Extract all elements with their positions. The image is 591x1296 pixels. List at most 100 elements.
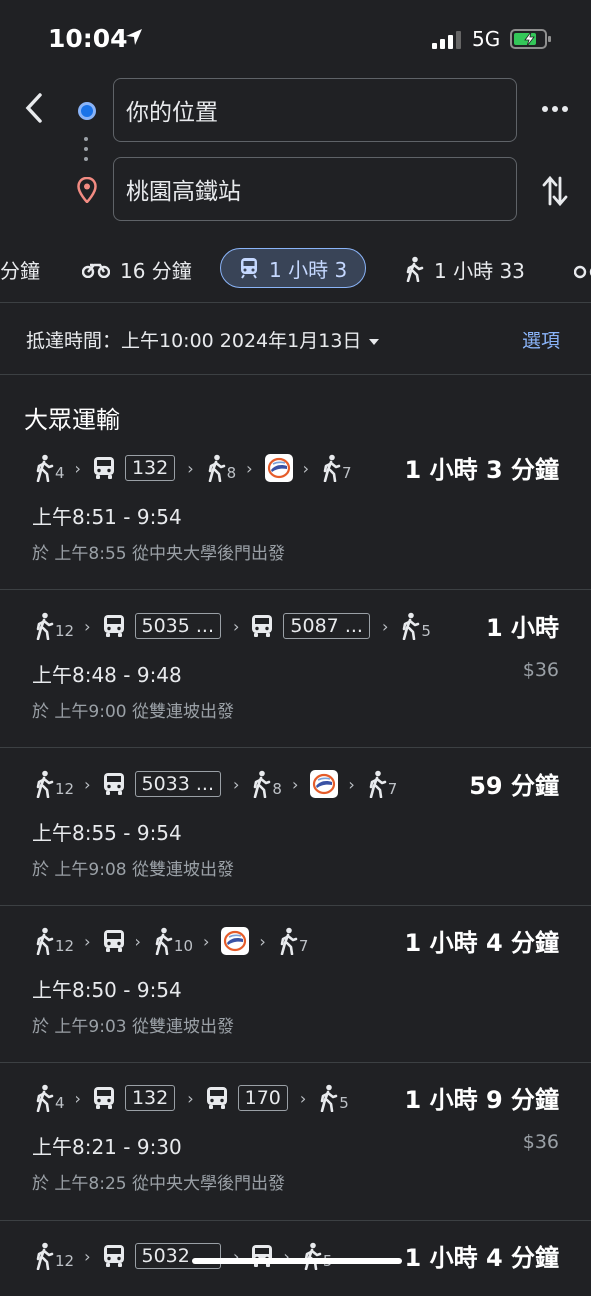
walk-minutes: 12 bbox=[55, 1252, 75, 1270]
tab-walk-label: 1 小時 33 bbox=[434, 258, 525, 283]
status-time: 10:04 bbox=[48, 24, 128, 53]
back-arrow-icon[interactable] bbox=[22, 92, 46, 124]
divider bbox=[0, 589, 591, 590]
destination-pin-icon bbox=[77, 177, 97, 203]
route-option[interactable]: 4 › 132 › 8 › › 7 1 小時 3 分鐘 上午8:51 - 9:54 於 上午8:55… bbox=[0, 448, 591, 590]
origin-input[interactable]: 你的位置 bbox=[113, 78, 517, 142]
walk-minutes: 4 bbox=[55, 1094, 65, 1112]
bus-line-badge: 5032 ... bbox=[134, 1243, 222, 1269]
tab-transit-label: 1 小時 3 bbox=[269, 257, 348, 282]
chevron-right-icon: › bbox=[84, 774, 91, 794]
walk-icon: 12 bbox=[34, 770, 74, 798]
transit-icon bbox=[241, 258, 257, 279]
route-option[interactable]: 4 › 132 › 170 › 5 1 小時 9 分鐘 上午8:21 - 9:30 $36 於 上午… bbox=[0, 1078, 591, 1221]
route-option[interactable]: 12›5032 ...››5 1 小時 4 分鐘 bbox=[0, 1236, 591, 1296]
battery-icon bbox=[510, 29, 551, 49]
walk-icon: 5 bbox=[302, 1242, 332, 1270]
walk-icon: 7 bbox=[367, 770, 398, 798]
walk-minutes: 12 bbox=[55, 937, 75, 955]
route-option[interactable]: 12 › › 10 › › 7 1 小時 4 分鐘 上午8:50 - 9:54 於 上午9:03 … bbox=[0, 921, 591, 1063]
home-indicator[interactable] bbox=[192, 1258, 402, 1264]
walk-icon: 8 bbox=[251, 770, 282, 798]
bus-line-badge: 132 bbox=[124, 455, 176, 481]
walk-icon: 4 bbox=[34, 454, 65, 482]
route-steps: 4 › 132 › 8 › › 7 bbox=[34, 448, 362, 488]
divider bbox=[0, 1220, 591, 1221]
chevron-right-icon: › bbox=[74, 458, 81, 478]
walk-icon: 12 bbox=[34, 927, 74, 955]
route-departure: 於 上午9:00 從雙連坡出發 bbox=[32, 702, 234, 722]
tab-bicycle[interactable] bbox=[574, 242, 591, 296]
walk-icon: 8 bbox=[206, 454, 237, 482]
motorcycle-icon bbox=[82, 263, 110, 278]
tab-motorcycle-label: 16 分鐘 bbox=[120, 258, 192, 283]
bus-line-badge: 170 bbox=[237, 1085, 288, 1111]
route-duration: 1 小時 4 分鐘 bbox=[404, 1244, 559, 1272]
high-speed-rail-icon bbox=[264, 454, 293, 482]
chevron-right-icon: › bbox=[84, 931, 91, 951]
route-option[interactable]: 12 › 5033 ... › 8 › › 7 59 分鐘 上午8:55 - 9:54 於 上午9:… bbox=[0, 764, 591, 906]
chevron-right-icon: › bbox=[187, 1088, 194, 1108]
tab-motorcycle[interactable]: 16 分鐘 bbox=[82, 242, 192, 296]
route-departure: 於 上午8:55 從中央大學後門出發 bbox=[32, 544, 285, 564]
arrival-time-selector[interactable]: 抵達時間：上午10:00 2024年1月13日 bbox=[26, 326, 380, 353]
route-option[interactable]: 12 › 5035 ... › 5087 ... › 5 1 小時 上午8:48 - 9:48 $… bbox=[0, 606, 591, 748]
route-steps: 12 › › 10 › › 7 bbox=[34, 921, 318, 961]
walk-minutes: 4 bbox=[55, 464, 65, 482]
travel-mode-tabs: 分鐘 16 分鐘 1 小時 3 1 小時 33 bbox=[0, 242, 591, 296]
bus-icon bbox=[103, 772, 125, 796]
walk-icon: 5 bbox=[400, 612, 431, 640]
walk-icon: 7 bbox=[278, 927, 309, 955]
chevron-right-icon: › bbox=[203, 931, 210, 951]
route-departure: 於 上午8:25 從中央大學後門出發 bbox=[32, 1174, 285, 1194]
bus-line-badge: 5087 ... bbox=[283, 613, 370, 639]
divider bbox=[0, 374, 591, 375]
walk-icon: 12 bbox=[34, 1242, 74, 1270]
tab-walk[interactable]: 1 小時 33 bbox=[404, 242, 525, 296]
route-duration: 59 分鐘 bbox=[469, 772, 559, 800]
divider bbox=[0, 302, 591, 303]
bus-line-badge: 5033 ... bbox=[134, 771, 222, 797]
tab-transit[interactable]: 1 小時 3 bbox=[220, 248, 367, 288]
bus-icon bbox=[103, 929, 125, 953]
route-duration: 1 小時 9 分鐘 bbox=[404, 1086, 559, 1114]
walk-minutes: 5 bbox=[339, 1094, 349, 1112]
network-type: 5G bbox=[472, 27, 501, 51]
bus-line-badge: 132 bbox=[124, 1085, 176, 1111]
section-title: 大眾運輸 bbox=[24, 406, 120, 434]
chevron-right-icon: › bbox=[187, 458, 194, 478]
route-dots-icon bbox=[84, 137, 88, 167]
walk-minutes: 7 bbox=[387, 780, 398, 798]
chevron-right-icon: › bbox=[291, 774, 299, 794]
destination-input[interactable]: 桃園高鐵站 bbox=[113, 157, 517, 221]
high-speed-rail-icon bbox=[310, 770, 339, 798]
walk-minutes: 12 bbox=[55, 780, 75, 798]
swap-icon[interactable] bbox=[541, 174, 569, 208]
divider bbox=[0, 905, 591, 906]
chevron-right-icon: › bbox=[246, 458, 253, 478]
route-steps: 12›5032 ...››5 bbox=[34, 1236, 342, 1276]
dropdown-caret-icon bbox=[369, 338, 380, 345]
route-steps: 12 › 5033 ... › 8 › › 7 bbox=[34, 764, 407, 804]
tab-car[interactable]: 分鐘 bbox=[0, 242, 40, 296]
location-arrow-icon bbox=[126, 29, 142, 45]
route-times: 上午8:21 - 9:30 bbox=[32, 1135, 182, 1159]
options-link[interactable]: 選項 bbox=[522, 326, 560, 353]
chevron-right-icon: › bbox=[74, 1088, 81, 1108]
more-options-icon[interactable] bbox=[540, 98, 570, 120]
walk-minutes: 7 bbox=[298, 937, 309, 955]
route-departure: 於 上午9:03 從雙連坡出發 bbox=[32, 1017, 234, 1037]
bus-icon bbox=[93, 1086, 115, 1110]
route-fare: $36 bbox=[522, 659, 559, 681]
walk-minutes: 8 bbox=[226, 464, 237, 482]
walk-minutes: 5 bbox=[421, 622, 431, 640]
tab-car-label: 分鐘 bbox=[0, 258, 40, 283]
bus-icon bbox=[251, 614, 273, 638]
high-speed-rail-icon bbox=[221, 927, 250, 955]
bus-icon bbox=[103, 1244, 125, 1268]
chevron-right-icon: › bbox=[259, 931, 266, 951]
walk-icon: 10 bbox=[153, 927, 193, 955]
bus-icon bbox=[206, 1086, 228, 1110]
route-steps: 4 › 132 › 170 › 5 bbox=[34, 1078, 359, 1118]
route-times: 上午8:51 - 9:54 bbox=[32, 505, 182, 529]
